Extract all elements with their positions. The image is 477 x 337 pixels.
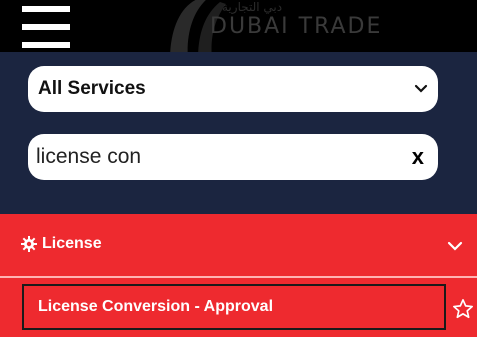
gear-icon xyxy=(21,236,37,252)
search-field[interactable]: x xyxy=(28,134,438,180)
service-select-value: All Services xyxy=(38,78,146,99)
chevron-down-icon[interactable] xyxy=(447,240,463,252)
category-label: License xyxy=(42,235,102,252)
category-header-license[interactable]: License xyxy=(0,214,477,276)
service-select[interactable]: All Services xyxy=(28,66,438,112)
top-bar: دبي التجارية DUBAI TRADE xyxy=(0,0,477,52)
star-icon[interactable] xyxy=(452,298,474,320)
logo-arabic-text: دبي التجارية xyxy=(222,0,283,14)
list-item-label: License Conversion - Approval xyxy=(38,298,274,315)
logo-text: DUBAI TRADE xyxy=(210,14,383,39)
chevron-down-icon xyxy=(414,84,428,93)
hamburger-menu-icon[interactable] xyxy=(22,4,70,50)
search-input[interactable] xyxy=(36,145,396,169)
list-item-license-conversion-approval[interactable]: License Conversion - Approval xyxy=(22,284,446,330)
clear-search-button[interactable]: x xyxy=(412,146,424,168)
